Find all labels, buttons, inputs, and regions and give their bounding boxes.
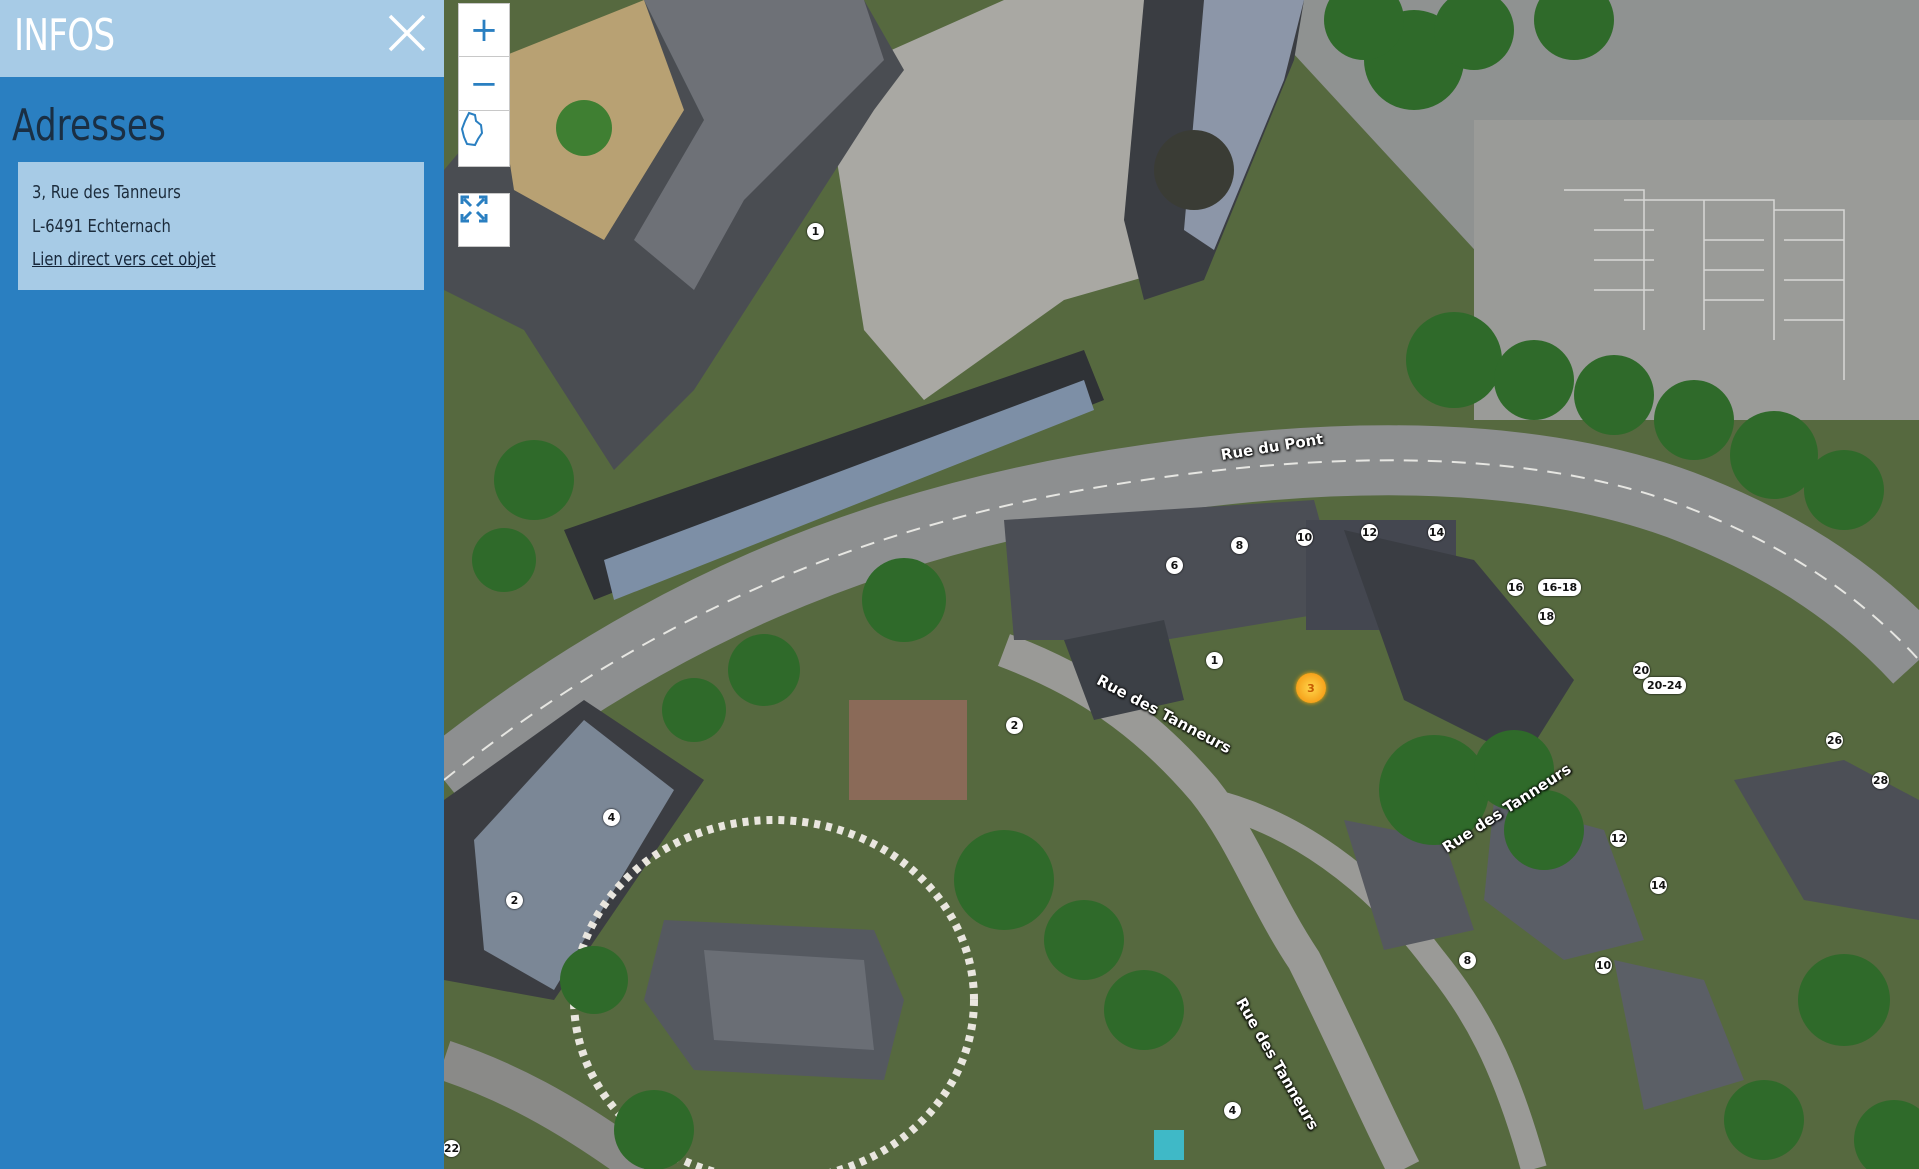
zoom-in-button[interactable]: + [458,3,510,57]
fullscreen-icon [460,195,488,223]
house-number: 12 [1610,830,1627,847]
close-icon [388,14,426,52]
house-number: 14 [1428,524,1445,541]
house-number: 16-18 [1538,579,1582,596]
zoom-out-button[interactable]: − [458,57,510,111]
house-number: 26 [1826,732,1843,749]
house-number: 20-24 [1643,677,1687,694]
luxembourg-outline-icon [460,111,484,147]
house-number: 8 [1459,952,1476,969]
house-number: 6 [1166,557,1183,574]
fullscreen-button[interactable] [458,193,510,247]
house-number: 16 [1507,579,1524,596]
house-number: 18 [1538,608,1555,625]
address-card: 3, Rue des Tanneurs L-6491 Echternach Li… [18,162,424,290]
section-title: Adresses [12,100,166,151]
direct-link[interactable]: Lien direct vers cet objet [32,249,216,270]
house-number: 2 [506,892,523,909]
house-number: 14 [1650,877,1667,894]
house-number: 4 [1224,1102,1241,1119]
house-number: 22 [444,1140,460,1157]
house-number: 1 [807,223,824,240]
info-panel: INFOS Adresses 3, Rue des Tanneurs L-649… [0,0,444,1169]
aerial-imagery [444,0,1919,1169]
close-button[interactable] [386,12,428,54]
house-number: 8 [1231,537,1248,554]
selected-location-marker[interactable]: 3 [1296,673,1326,703]
country-extent-button[interactable] [458,111,510,167]
panel-header: INFOS [0,0,444,77]
panel-title: INFOS [14,10,115,61]
house-number: 28 [1872,772,1889,789]
house-number: 10 [1296,529,1313,546]
address-city: L-6491 Echternach [32,216,171,237]
house-number: 1 [1206,652,1223,669]
house-number: 12 [1361,524,1378,541]
address-street: 3, Rue des Tanneurs [32,182,181,203]
map-view[interactable]: + − Rue du Pont Rue des Tanneurs Rue des… [444,0,1919,1169]
house-number: 10 [1595,957,1612,974]
house-number: 4 [603,809,620,826]
house-number: 2 [1006,717,1023,734]
